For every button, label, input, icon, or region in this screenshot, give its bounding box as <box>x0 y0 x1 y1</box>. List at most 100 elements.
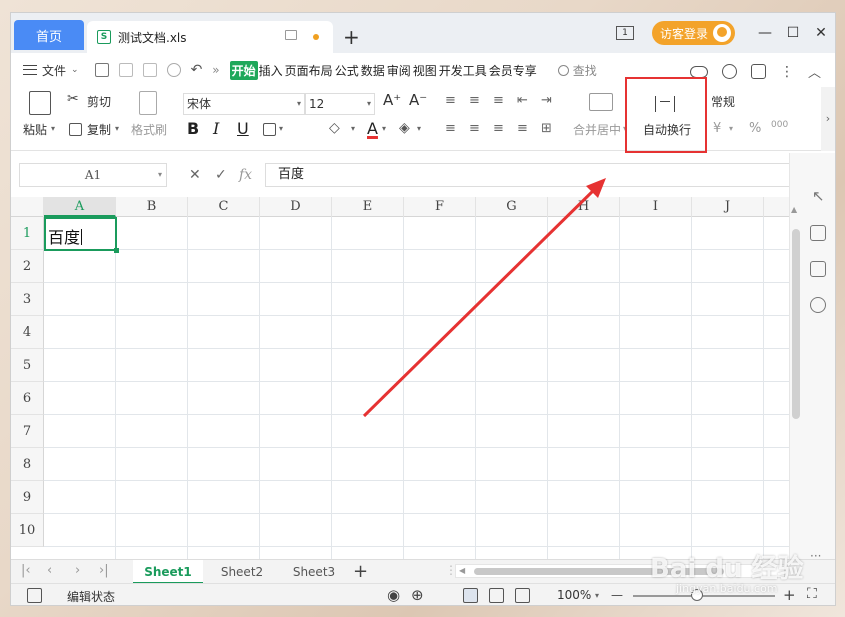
cancel-edit-button[interactable]: ✕ <box>189 167 201 183</box>
paste-icon[interactable] <box>29 91 51 115</box>
monitor-icon[interactable] <box>285 30 297 40</box>
eraser-icon[interactable]: ◈ <box>399 120 410 136</box>
last-sheet-icon[interactable]: ›| <box>99 563 109 578</box>
distribute-icon[interactable]: ⊞ <box>541 121 552 136</box>
borders-dropdown-icon[interactable]: ▾ <box>279 124 283 133</box>
eraser-dropdown-icon[interactable]: ▾ <box>417 124 421 133</box>
row-header-6[interactable]: 6 <box>11 382 44 415</box>
tab-data[interactable]: 数据 <box>360 62 386 79</box>
eye-protection-icon[interactable]: ◉ <box>387 586 400 604</box>
column-header-h[interactable]: H <box>548 197 620 217</box>
zoom-dropdown-icon[interactable]: ▾ <box>595 591 599 600</box>
file-menu[interactable]: 文件 ⌄ <box>23 62 79 79</box>
align-middle-icon[interactable]: ≡ <box>469 93 480 108</box>
cell-area[interactable] <box>44 217 791 559</box>
next-sheet-icon[interactable]: › <box>75 563 80 578</box>
first-sheet-icon[interactable]: |‹ <box>21 563 31 578</box>
name-box[interactable]: A1 ▾ <box>19 163 167 187</box>
font-name-select[interactable]: 宋体 ▾ <box>183 93 305 115</box>
maximize-button[interactable]: ☐ <box>779 25 807 41</box>
export-pdf-icon[interactable] <box>118 63 133 77</box>
underline-button[interactable]: U <box>237 119 249 138</box>
copy-button[interactable]: 复制 <box>87 121 111 138</box>
row-header-5[interactable]: 5 <box>11 349 44 382</box>
tab-formulas[interactable]: 公式 <box>334 62 360 79</box>
scroll-left-icon[interactable]: ◀ <box>459 566 465 575</box>
column-header-e[interactable]: E <box>332 197 404 217</box>
zoom-slider[interactable] <box>633 595 775 597</box>
confirm-edit-button[interactable]: ✓ <box>215 167 227 183</box>
font-color-dropdown-icon[interactable]: ▾ <box>382 124 386 133</box>
row-header-1[interactable]: 1 <box>11 217 44 250</box>
cloud-icon[interactable] <box>689 65 708 78</box>
fullscreen-icon[interactable]: ⛶ <box>807 586 817 602</box>
thousands-button[interactable]: 000 <box>771 120 788 130</box>
insert-function-button[interactable]: fx <box>239 167 252 183</box>
language-icon[interactable]: ⊕ <box>411 586 424 604</box>
fill-color-icon[interactable]: ◇ <box>329 120 340 136</box>
tab-home[interactable]: 开始 <box>229 60 258 80</box>
new-tab-button[interactable]: + <box>343 27 360 47</box>
document-tab[interactable]: S 测试文档.xls <box>87 21 333 53</box>
tab-page-layout[interactable]: 页面布局 <box>284 62 334 79</box>
row-header-8[interactable]: 8 <box>11 448 44 481</box>
indent-increase-icon[interactable]: ⇥ <box>541 93 552 108</box>
column-header-d[interactable]: D <box>260 197 332 217</box>
indent-decrease-icon[interactable]: ⇤ <box>517 93 528 108</box>
page-layout-view-icon[interactable] <box>489 588 504 603</box>
grow-font-button[interactable]: A⁺ <box>383 91 401 109</box>
adjust-icon[interactable] <box>810 225 826 241</box>
column-header-b[interactable]: B <box>116 197 188 217</box>
pointer-icon[interactable]: ↖ <box>812 187 825 205</box>
print-preview-icon[interactable] <box>166 63 181 77</box>
print-icon[interactable] <box>142 63 157 77</box>
column-header-j[interactable]: J <box>692 197 764 217</box>
column-header-a[interactable]: A <box>44 197 116 217</box>
tab-insert[interactable]: 插入 <box>258 62 284 79</box>
page-count-icon[interactable]: 1 <box>615 26 634 40</box>
justify-icon[interactable]: ≡ <box>517 121 528 136</box>
save-icon[interactable] <box>94 63 109 77</box>
sheet-tab-1[interactable]: Sheet1 <box>133 560 203 584</box>
column-header-c[interactable]: C <box>188 197 260 217</box>
italic-button[interactable]: I <box>213 119 219 138</box>
scroll-up-icon[interactable]: ▲ <box>791 205 797 214</box>
shrink-font-button[interactable]: A⁻ <box>409 91 427 109</box>
tab-review[interactable]: 审阅 <box>386 62 412 79</box>
search-box[interactable]: 查找 <box>557 62 597 79</box>
add-sheet-button[interactable]: + <box>353 561 368 582</box>
paste-dropdown-icon[interactable]: ▾ <box>51 124 55 133</box>
merge-center-button[interactable]: 合并居中 <box>573 121 621 138</box>
close-button[interactable]: ✕ <box>807 25 835 41</box>
ribbon-scroll-right-icon[interactable]: › <box>821 87 835 151</box>
zoom-out-button[interactable]: — <box>611 588 623 602</box>
font-size-select[interactable]: 12 ▾ <box>305 93 375 115</box>
align-bottom-icon[interactable]: ≡ <box>493 93 504 108</box>
cut-button[interactable]: 剪切 <box>87 93 111 110</box>
share-icon[interactable] <box>750 64 766 79</box>
row-header-2[interactable]: 2 <box>11 250 44 283</box>
home-tab[interactable]: 首页 <box>14 20 84 50</box>
row-header-4[interactable]: 4 <box>11 316 44 349</box>
align-top-icon[interactable]: ≡ <box>445 93 456 108</box>
collapse-ribbon-icon[interactable]: ︿ <box>808 62 821 81</box>
undo-icon[interactable]: ↶ <box>191 62 203 78</box>
guest-login-button[interactable]: 访客登录 <box>651 21 735 45</box>
sheet-tab-3[interactable]: Sheet3 <box>279 560 349 584</box>
active-cell-a1[interactable]: 百度 <box>44 217 119 253</box>
font-color-button[interactable]: A <box>367 119 378 138</box>
number-format-select[interactable]: 常规 <box>711 93 821 110</box>
bold-button[interactable]: B <box>187 119 199 138</box>
format-painter-button[interactable]: 格式刷 <box>131 121 167 138</box>
row-header-10[interactable]: 10 <box>11 514 44 547</box>
borders-icon[interactable] <box>263 123 276 136</box>
paste-button[interactable]: 粘贴 <box>23 121 47 138</box>
row-header-3[interactable]: 3 <box>11 283 44 316</box>
column-header-g[interactable]: G <box>476 197 548 217</box>
zoom-in-button[interactable]: + <box>783 586 796 604</box>
more-chevron-icon[interactable]: » <box>212 63 219 77</box>
prev-sheet-icon[interactable]: ‹ <box>47 563 52 578</box>
tab-member[interactable]: 会员专享 <box>488 62 538 79</box>
fill-dropdown-icon[interactable]: ▾ <box>351 124 355 133</box>
align-left-icon[interactable]: ≡ <box>445 121 456 136</box>
